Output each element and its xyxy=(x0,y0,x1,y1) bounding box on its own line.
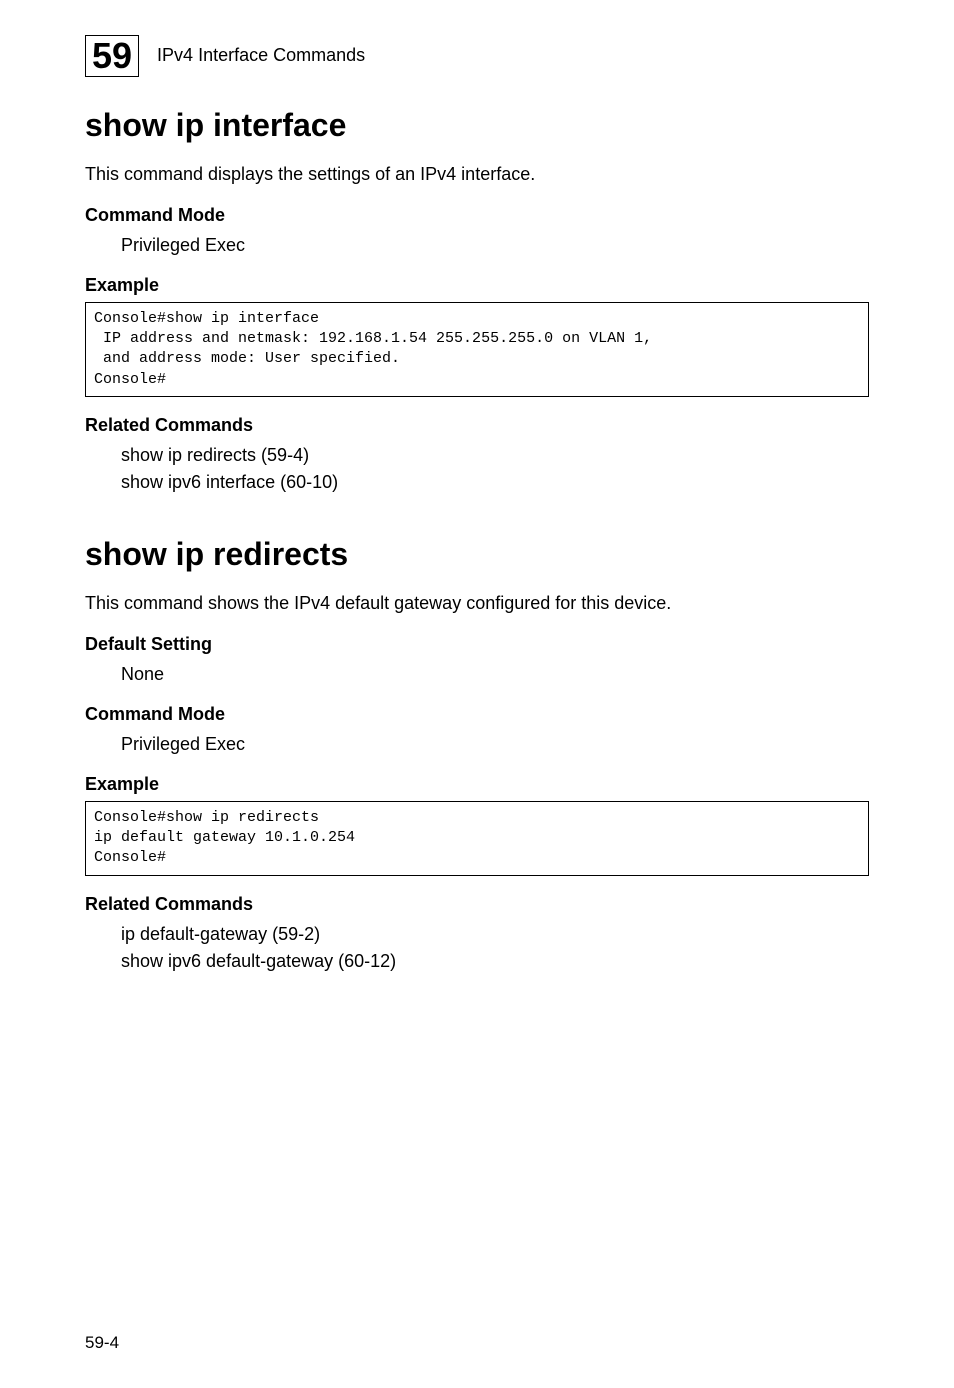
default-setting-label: Default Setting xyxy=(85,634,869,655)
example-block: Example Console#show ip interface IP add… xyxy=(85,275,869,397)
page-number: 59-4 xyxy=(85,1333,119,1353)
chapter-number-box: 59 xyxy=(85,35,139,77)
command-mode-value: Privileged Exec xyxy=(85,731,869,758)
section-intro: This command displays the settings of an… xyxy=(85,162,869,187)
related-command-item: show ipv6 interface (60-10) xyxy=(85,469,869,496)
related-commands-block: Related Commands ip default-gateway (59-… xyxy=(85,894,869,975)
section-intro: This command shows the IPv4 default gate… xyxy=(85,591,869,616)
command-mode-label: Command Mode xyxy=(85,704,869,725)
example-code: Console#show ip interface IP address and… xyxy=(85,302,869,397)
section-title-show-ip-interface: show ip interface xyxy=(85,107,869,144)
section-title-show-ip-redirects: show ip redirects xyxy=(85,536,869,573)
example-label: Example xyxy=(85,275,869,296)
related-command-item: show ipv6 default-gateway (60-12) xyxy=(85,948,869,975)
chapter-title: IPv4 Interface Commands xyxy=(157,45,365,66)
command-mode-block: Command Mode Privileged Exec xyxy=(85,704,869,758)
related-command-item: ip default-gateway (59-2) xyxy=(85,921,869,948)
command-mode-block: Command Mode Privileged Exec xyxy=(85,205,869,259)
related-commands-label: Related Commands xyxy=(85,415,869,436)
example-label: Example xyxy=(85,774,869,795)
example-code: Console#show ip redirects ip default gat… xyxy=(85,801,869,876)
example-block: Example Console#show ip redirects ip def… xyxy=(85,774,869,876)
command-mode-value: Privileged Exec xyxy=(85,232,869,259)
related-commands-label: Related Commands xyxy=(85,894,869,915)
command-mode-label: Command Mode xyxy=(85,205,869,226)
default-setting-value: None xyxy=(85,661,869,688)
related-commands-block: Related Commands show ip redirects (59-4… xyxy=(85,415,869,496)
default-setting-block: Default Setting None xyxy=(85,634,869,688)
related-command-item: show ip redirects (59-4) xyxy=(85,442,869,469)
page-header: 59 IPv4 Interface Commands xyxy=(85,35,869,77)
